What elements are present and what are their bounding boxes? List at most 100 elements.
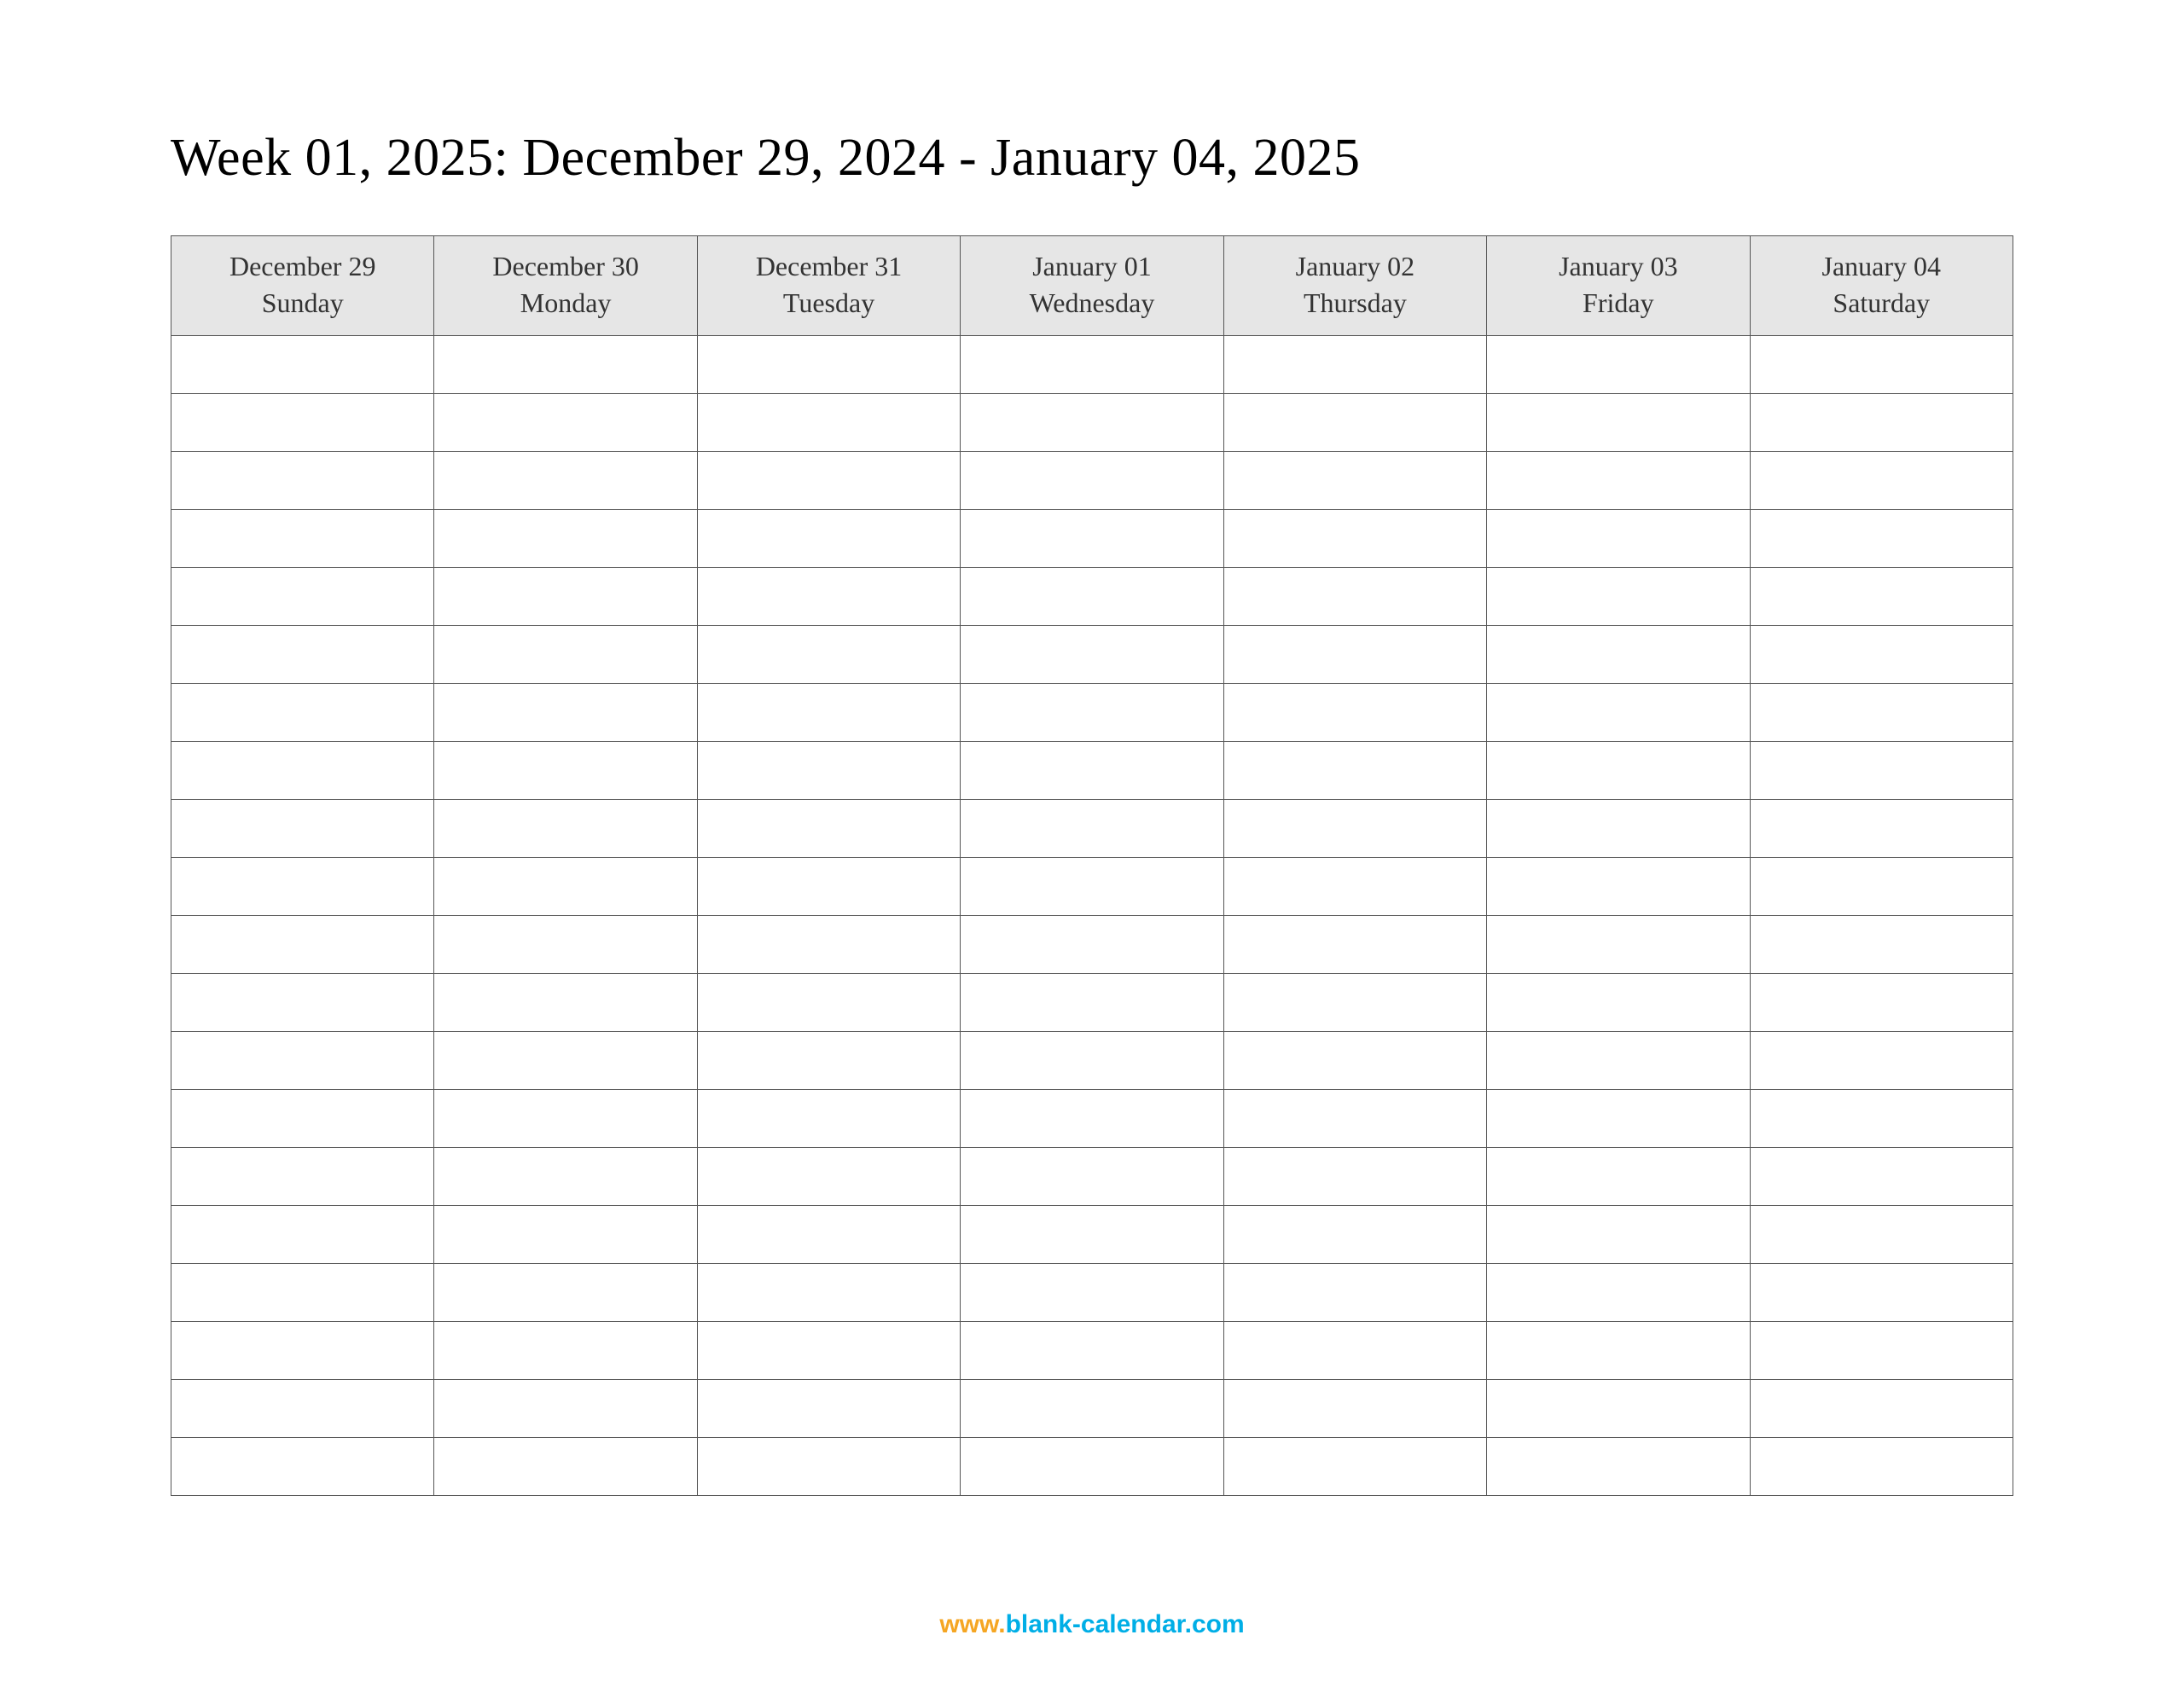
- calendar-cell[interactable]: [961, 1148, 1223, 1206]
- calendar-cell[interactable]: [1223, 510, 1486, 568]
- calendar-cell[interactable]: [697, 394, 960, 452]
- calendar-cell[interactable]: [697, 1148, 960, 1206]
- calendar-cell[interactable]: [434, 1148, 697, 1206]
- calendar-cell[interactable]: [1223, 916, 1486, 974]
- calendar-cell[interactable]: [1223, 684, 1486, 742]
- calendar-cell[interactable]: [171, 394, 434, 452]
- calendar-cell[interactable]: [1750, 916, 2013, 974]
- calendar-cell[interactable]: [1487, 1264, 1750, 1322]
- calendar-cell[interactable]: [697, 1380, 960, 1438]
- calendar-cell[interactable]: [1487, 684, 1750, 742]
- calendar-cell[interactable]: [961, 742, 1223, 800]
- calendar-cell[interactable]: [1487, 858, 1750, 916]
- calendar-cell[interactable]: [1223, 974, 1486, 1032]
- calendar-cell[interactable]: [697, 974, 960, 1032]
- calendar-cell[interactable]: [434, 974, 697, 1032]
- calendar-cell[interactable]: [1487, 1206, 1750, 1264]
- calendar-cell[interactable]: [1223, 800, 1486, 858]
- calendar-cell[interactable]: [1750, 800, 2013, 858]
- calendar-cell[interactable]: [1487, 916, 1750, 974]
- calendar-cell[interactable]: [1750, 742, 2013, 800]
- calendar-cell[interactable]: [1223, 394, 1486, 452]
- calendar-cell[interactable]: [961, 1438, 1223, 1496]
- calendar-cell[interactable]: [171, 1380, 434, 1438]
- calendar-cell[interactable]: [697, 916, 960, 974]
- calendar-cell[interactable]: [1750, 510, 2013, 568]
- calendar-cell[interactable]: [961, 1380, 1223, 1438]
- calendar-cell[interactable]: [697, 1090, 960, 1148]
- calendar-cell[interactable]: [961, 394, 1223, 452]
- calendar-cell[interactable]: [171, 452, 434, 510]
- calendar-cell[interactable]: [697, 568, 960, 626]
- calendar-cell[interactable]: [171, 858, 434, 916]
- calendar-cell[interactable]: [1750, 336, 2013, 394]
- calendar-cell[interactable]: [1487, 1148, 1750, 1206]
- calendar-cell[interactable]: [961, 800, 1223, 858]
- calendar-cell[interactable]: [171, 1090, 434, 1148]
- calendar-cell[interactable]: [961, 1090, 1223, 1148]
- calendar-cell[interactable]: [434, 510, 697, 568]
- calendar-cell[interactable]: [434, 394, 697, 452]
- calendar-cell[interactable]: [434, 568, 697, 626]
- calendar-cell[interactable]: [697, 1264, 960, 1322]
- calendar-cell[interactable]: [1223, 742, 1486, 800]
- calendar-cell[interactable]: [697, 336, 960, 394]
- calendar-cell[interactable]: [171, 1438, 434, 1496]
- calendar-cell[interactable]: [961, 1322, 1223, 1380]
- calendar-cell[interactable]: [1487, 1032, 1750, 1090]
- calendar-cell[interactable]: [434, 916, 697, 974]
- calendar-cell[interactable]: [434, 742, 697, 800]
- calendar-cell[interactable]: [961, 626, 1223, 684]
- calendar-cell[interactable]: [1750, 1380, 2013, 1438]
- calendar-cell[interactable]: [1750, 1322, 2013, 1380]
- calendar-cell[interactable]: [171, 974, 434, 1032]
- calendar-cell[interactable]: [434, 1206, 697, 1264]
- calendar-cell[interactable]: [434, 1032, 697, 1090]
- calendar-cell[interactable]: [1487, 510, 1750, 568]
- calendar-cell[interactable]: [697, 1206, 960, 1264]
- calendar-cell[interactable]: [1223, 1148, 1486, 1206]
- calendar-cell[interactable]: [1223, 858, 1486, 916]
- calendar-cell[interactable]: [1487, 800, 1750, 858]
- calendar-cell[interactable]: [434, 1322, 697, 1380]
- calendar-cell[interactable]: [961, 1032, 1223, 1090]
- calendar-cell[interactable]: [1223, 1032, 1486, 1090]
- calendar-cell[interactable]: [434, 800, 697, 858]
- calendar-cell[interactable]: [1750, 684, 2013, 742]
- calendar-cell[interactable]: [961, 684, 1223, 742]
- calendar-cell[interactable]: [1223, 568, 1486, 626]
- calendar-cell[interactable]: [171, 626, 434, 684]
- calendar-cell[interactable]: [697, 1438, 960, 1496]
- calendar-cell[interactable]: [1487, 1322, 1750, 1380]
- calendar-cell[interactable]: [1487, 626, 1750, 684]
- calendar-cell[interactable]: [1487, 452, 1750, 510]
- calendar-cell[interactable]: [171, 800, 434, 858]
- calendar-cell[interactable]: [434, 1264, 697, 1322]
- calendar-cell[interactable]: [697, 1322, 960, 1380]
- calendar-cell[interactable]: [1223, 1322, 1486, 1380]
- calendar-cell[interactable]: [1750, 1206, 2013, 1264]
- calendar-cell[interactable]: [1223, 1264, 1486, 1322]
- calendar-cell[interactable]: [1223, 1380, 1486, 1438]
- calendar-cell[interactable]: [1750, 1090, 2013, 1148]
- calendar-cell[interactable]: [1223, 1438, 1486, 1496]
- calendar-cell[interactable]: [1223, 1206, 1486, 1264]
- calendar-cell[interactable]: [1487, 1380, 1750, 1438]
- calendar-cell[interactable]: [434, 858, 697, 916]
- calendar-cell[interactable]: [1750, 568, 2013, 626]
- calendar-cell[interactable]: [434, 336, 697, 394]
- calendar-cell[interactable]: [171, 1032, 434, 1090]
- calendar-cell[interactable]: [434, 1090, 697, 1148]
- calendar-cell[interactable]: [697, 1032, 960, 1090]
- calendar-cell[interactable]: [171, 1322, 434, 1380]
- calendar-cell[interactable]: [1487, 336, 1750, 394]
- calendar-cell[interactable]: [961, 336, 1223, 394]
- calendar-cell[interactable]: [171, 510, 434, 568]
- calendar-cell[interactable]: [961, 1206, 1223, 1264]
- calendar-cell[interactable]: [1487, 1090, 1750, 1148]
- calendar-cell[interactable]: [1487, 568, 1750, 626]
- calendar-cell[interactable]: [1750, 858, 2013, 916]
- calendar-cell[interactable]: [961, 1264, 1223, 1322]
- calendar-cell[interactable]: [1750, 1438, 2013, 1496]
- calendar-cell[interactable]: [961, 568, 1223, 626]
